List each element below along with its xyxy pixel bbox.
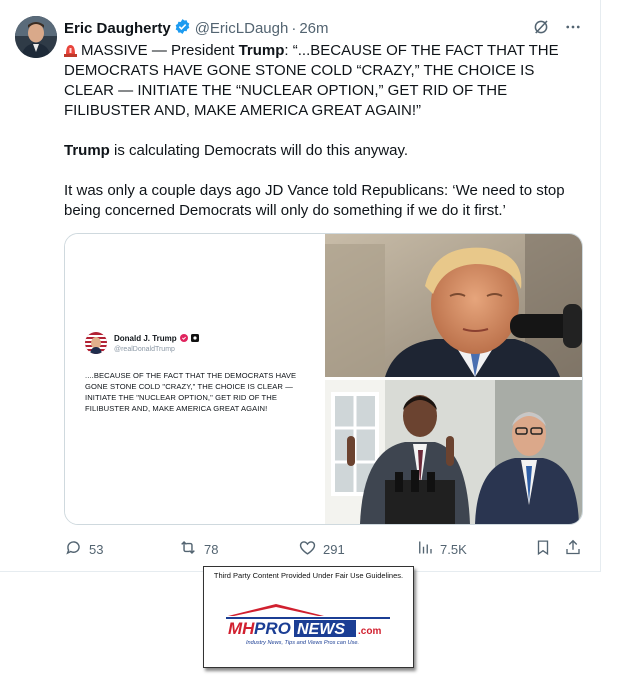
tweet-paragraph-1-prefix: MASSIVE — President — [81, 42, 239, 59]
grok-icon[interactable] — [532, 18, 550, 41]
bookmark-button[interactable] — [534, 538, 552, 560]
tweet-top-icons — [532, 18, 582, 41]
heart-icon — [298, 538, 317, 560]
logo-tagline: Industry News, Tips and Views Pros can U… — [246, 640, 359, 646]
logo-mh: MH — [228, 619, 255, 638]
reply-icon — [64, 538, 83, 560]
repost-button[interactable]: 78 — [178, 538, 218, 560]
embedded-platform-icon — [190, 333, 199, 344]
verified-badge-icon — [174, 18, 191, 39]
tweet-header: Eric Daugherty @EricLDaugh · 26m — [64, 18, 329, 39]
embedded-post-text: ....BECAUSE OF THE FACT THAT THE DEMOCRA… — [85, 371, 297, 413]
embedded-post-handle: @realDonaldTrump — [114, 345, 175, 353]
share-button[interactable] — [564, 538, 582, 560]
repost-count: 78 — [204, 541, 219, 557]
photo-trump-podium[interactable] — [325, 234, 582, 377]
share-icon — [564, 538, 582, 560]
repost-icon — [178, 538, 198, 560]
embedded-post-name: Donald J. Trump — [114, 334, 177, 343]
embedded-post-screenshot[interactable]: Donald J. Trump @realDonaldTrump ....BEC… — [65, 234, 323, 524]
author-handle[interactable]: @EricLDaugh — [195, 20, 289, 37]
embedded-post-avatar — [85, 332, 107, 354]
views-button[interactable]: 7.5K — [416, 538, 467, 560]
reply-count: 53 — [89, 541, 104, 557]
embedded-post-header: Donald J. Trump @realDonaldTrump — [85, 332, 310, 354]
logo-news: NEWS — [297, 621, 345, 638]
header-separator: · — [291, 20, 297, 37]
tweet-body: MASSIVE — President Trump: “...BECAUSE O… — [64, 41, 584, 241]
tweet-paragraph-1-bold: Trump — [238, 42, 285, 59]
views-count: 7.5K — [440, 541, 467, 557]
embedded-post: Donald J. Trump @realDonaldTrump ....BEC… — [85, 332, 310, 414]
siren-emoji-icon — [64, 43, 77, 57]
like-count: 291 — [323, 541, 345, 557]
tweet-paragraph-2: Trump is calculating Democrats will do t… — [64, 141, 584, 161]
fair-use-notice: Third Party Content Provided Under Fair … — [203, 566, 414, 668]
author-name[interactable]: Eric Daugherty — [64, 20, 171, 37]
embedded-post-name-row: Donald J. Trump — [114, 333, 199, 344]
tweet-paragraph-2-bold: Trump — [64, 142, 110, 159]
tweet-media-grid[interactable]: Donald J. Trump @realDonaldTrump ....BEC… — [64, 233, 583, 525]
photo-democrat-leaders[interactable] — [325, 380, 582, 524]
tweet-actions: 53 78 291 7.5K — [64, 538, 584, 560]
tweet-paragraph-3: It was only a couple days ago JD Vance t… — [64, 182, 565, 219]
like-button[interactable]: 291 — [298, 538, 345, 560]
embedded-verified-icon — [179, 333, 188, 344]
more-options-icon[interactable] — [564, 18, 582, 41]
tweet-card[interactable]: Eric Daugherty @EricLDaugh · 26m MASSIVE… — [0, 0, 601, 572]
bookmark-icon — [534, 538, 552, 560]
logo-pro: PRO — [254, 619, 291, 638]
tweet-paragraph-2-rest: is calculating Democrats will do this an… — [109, 142, 409, 159]
logo-com: .com — [358, 626, 381, 637]
mhpronews-logo: MH PRO NEWS .com Industry News, Tips and… — [224, 602, 392, 646]
author-avatar[interactable] — [15, 16, 57, 58]
fair-use-label: Third Party Content Provided Under Fair … — [213, 571, 404, 580]
reply-button[interactable]: 53 — [64, 538, 103, 560]
tweet-timestamp[interactable]: 26m — [299, 20, 328, 37]
tweet-paragraph-1: MASSIVE — President Trump: “...BECAUSE O… — [64, 41, 584, 121]
views-chart-icon — [416, 538, 434, 560]
